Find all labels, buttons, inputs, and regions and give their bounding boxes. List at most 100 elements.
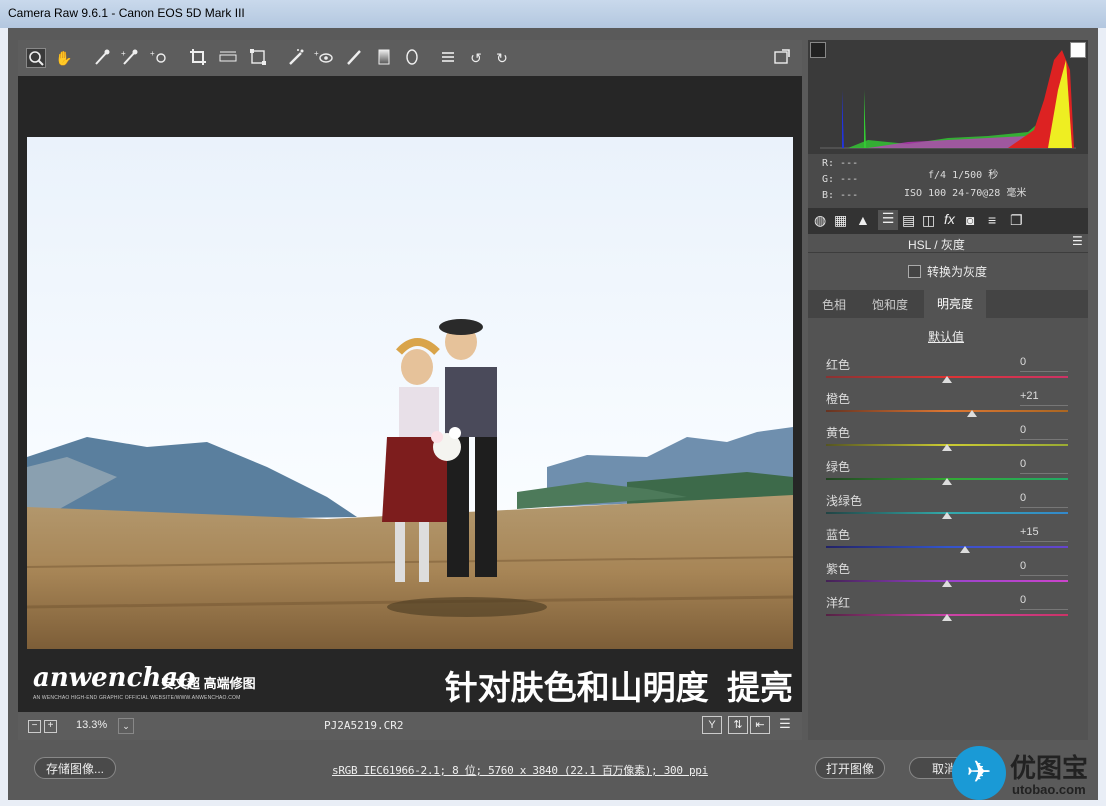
white-balance-icon[interactable]: [92, 48, 112, 68]
slider-value-input[interactable]: 0: [1020, 356, 1068, 368]
fullscreen-icon[interactable]: [772, 48, 792, 68]
graduated-filter-icon[interactable]: [374, 48, 394, 68]
b-value: B: ---: [822, 190, 859, 201]
slider-value-input[interactable]: +15: [1020, 526, 1068, 538]
caption-banner: anwenchao 安文超 高端修图 AN WENCHAO HIGH-END G…: [27, 649, 793, 711]
slider-label: 黄色: [826, 426, 851, 440]
targeted-adjust-icon[interactable]: +: [150, 48, 170, 68]
default-link[interactable]: 默认值: [928, 328, 964, 345]
slider-value-input[interactable]: +21: [1020, 390, 1068, 402]
open-image-button[interactable]: 打开图像: [815, 757, 885, 779]
slider-label: 蓝色: [826, 528, 851, 542]
preferences-icon[interactable]: [438, 48, 458, 68]
color-sampler-icon[interactable]: +: [120, 48, 140, 68]
zoom-level: 13.3%: [76, 719, 108, 731]
tab-tone-curve-icon[interactable]: ▦: [834, 212, 847, 229]
slider-label: 浅绿色: [826, 494, 863, 508]
copy-settings-icon[interactable]: ⇤: [750, 716, 770, 734]
radial-filter-icon[interactable]: [402, 48, 422, 68]
watermark-text: 优图宝: [1010, 753, 1089, 783]
slider-label: 洋红: [826, 596, 851, 610]
svg-text:+: +: [314, 49, 319, 58]
info-panel: R: --- G: --- B: --- f/4 1/500 秒 ISO 100…: [808, 154, 1088, 208]
file-name: PJ2A5219.CR2: [324, 719, 404, 732]
value-underline: [1020, 439, 1068, 440]
histogram: [808, 40, 1088, 154]
banner-caption: 针对肤色和山明度 提亮: [444, 669, 793, 706]
value-underline: [1020, 507, 1068, 508]
lens-info: ISO 100 24-70@28 毫米: [904, 188, 1027, 199]
value-underline: [1020, 473, 1068, 474]
convert-gray-checkbox[interactable]: [908, 265, 921, 278]
rotate-ccw-icon[interactable]: ↺: [466, 48, 486, 68]
site-watermark: ✈ 优图宝 utobao.com: [950, 744, 1104, 804]
watermark-url: utobao.com: [1012, 782, 1086, 797]
tab-split-toning-icon[interactable]: ▤: [902, 212, 915, 229]
r-value: R: ---: [822, 158, 859, 169]
slider-thumb[interactable]: [942, 580, 952, 587]
zoom-in-button[interactable]: +: [44, 720, 57, 733]
tab-effects-icon[interactable]: fx: [944, 211, 955, 227]
red-eye-icon[interactable]: +: [314, 48, 334, 68]
slider-value-input[interactable]: 0: [1020, 458, 1068, 470]
bird-logo-icon: ✈: [952, 746, 1006, 800]
slider-thumb[interactable]: [942, 614, 952, 621]
tab-luminance[interactable]: 明亮度: [924, 290, 986, 318]
rotate-cw-icon[interactable]: ↻: [492, 48, 512, 68]
preview-settings-icon[interactable]: ☰: [776, 716, 794, 732]
zoom-icon[interactable]: [26, 48, 46, 68]
tab-saturation[interactable]: 饱和度: [872, 296, 908, 313]
hsl-subtabs: 色相 饱和度 明亮度: [808, 290, 1088, 318]
tab-snapshots-icon[interactable]: ❐: [1010, 212, 1023, 229]
toolbar: ✋ + + + ↺ ↻: [18, 40, 802, 76]
slider-track[interactable]: [826, 546, 1068, 548]
tab-basic-icon[interactable]: ◍: [814, 212, 826, 229]
tab-lens-corrections-icon[interactable]: ◫: [922, 212, 935, 229]
convert-gray-label: 转换为灰度: [927, 265, 988, 279]
svg-text:+: +: [121, 49, 126, 58]
slider-value-input[interactable]: 0: [1020, 424, 1068, 436]
window-title: Camera Raw 9.6.1 - Canon EOS 5D Mark III: [8, 6, 245, 20]
workflow-options-link[interactable]: sRGB IEC61966-2.1; 8 位; 5760 x 3840 (22.…: [332, 762, 708, 778]
straighten-icon[interactable]: [218, 48, 238, 68]
tab-hsl-icon[interactable]: ☰: [878, 210, 898, 230]
tab-camera-calibration-icon[interactable]: ◙: [966, 212, 974, 228]
slider-label: 橙色: [826, 392, 851, 406]
before-after-toggle-icon[interactable]: Y: [702, 716, 722, 734]
slider-thumb[interactable]: [942, 478, 952, 485]
panel-title: HSL / 灰度: [908, 238, 965, 252]
adjustment-brush-icon[interactable]: [344, 48, 364, 68]
swap-settings-icon[interactable]: ⇅: [728, 716, 748, 734]
slider-thumb[interactable]: [967, 410, 978, 417]
value-underline: [1020, 541, 1068, 542]
slider-thumb[interactable]: [942, 512, 952, 519]
slider-value-input[interactable]: 0: [1020, 560, 1068, 572]
tab-hue[interactable]: 色相: [822, 296, 846, 313]
preview-statusbar: − + 13.3% ⌄ PJ2A5219.CR2 Y ⇅ ⇤ ☰: [18, 712, 802, 740]
g-value: G: ---: [822, 174, 859, 185]
slider-value-input[interactable]: 0: [1020, 594, 1068, 606]
hand-icon[interactable]: ✋: [54, 48, 74, 68]
value-underline: [1020, 405, 1068, 406]
slider-label: 绿色: [826, 460, 851, 474]
save-image-button[interactable]: 存储图像...: [34, 757, 116, 779]
slider-thumb[interactable]: [942, 376, 952, 383]
zoom-out-button[interactable]: −: [28, 720, 41, 733]
panel-menu-icon[interactable]: ☰: [1072, 234, 1083, 248]
slider-value-input[interactable]: 0: [1020, 492, 1068, 504]
value-underline: [1020, 575, 1068, 576]
slider-label: 红色: [826, 358, 851, 372]
tab-detail-icon[interactable]: ▲: [856, 212, 870, 228]
slider-track[interactable]: [826, 410, 1068, 412]
svg-text:+: +: [150, 49, 155, 58]
spot-removal-icon[interactable]: [286, 48, 306, 68]
value-underline: [1020, 371, 1068, 372]
panel-tabs: ◍ ▦ ▲ ☰ ▤ ◫ fx ◙ ≡ ❐: [808, 208, 1088, 234]
zoom-dropdown[interactable]: ⌄: [118, 718, 134, 734]
slider-thumb[interactable]: [960, 546, 971, 553]
preview-photo: [27, 137, 793, 649]
tab-presets-icon[interactable]: ≡: [988, 212, 996, 228]
slider-thumb[interactable]: [942, 444, 952, 451]
crop-icon[interactable]: [188, 48, 208, 68]
transform-icon[interactable]: [248, 48, 268, 68]
